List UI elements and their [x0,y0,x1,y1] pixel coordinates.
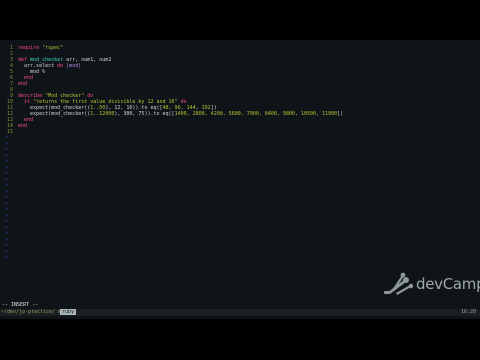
code-token: ]) [337,111,344,117]
code-token: require [18,45,43,51]
code-token: ), 300, 75)).to eq([ [114,111,175,117]
vim-mode-indicator: -- INSERT -- [2,302,39,308]
code-token: 1400, 2800, 4200, 5600, 7000, 8400, 9800… [174,111,338,117]
code-line[interactable]: 12 expect(mod_checker((1..12000), 300, 7… [0,111,343,117]
code-text[interactable]: require "rspec" [13,45,63,51]
code-text[interactable]: expect(mod_checker((1..12000), 300, 75))… [13,111,343,117]
code-token: end [18,81,28,87]
code-token: 1..12000 [90,111,115,117]
git-branch-badge: ruby [60,309,77,315]
clock: 16:20 [460,309,476,315]
code-line[interactable]: 15 [0,129,18,135]
status-bar: ~/dev/jp-practice/ mod.rb ruby 16:20 [0,309,480,316]
code-token: |mod| [66,63,82,69]
brand-name: devCamp [416,275,480,293]
empty-line-marker: ~ [5,255,9,261]
code-text[interactable] [13,129,18,135]
code-token: "rspec" [42,45,64,51]
code-token: end [18,123,28,129]
terminal-window[interactable]: 1 require "rspec" 2 3 def mod_checker arr, n… [0,40,480,319]
code-token: do [57,63,67,69]
